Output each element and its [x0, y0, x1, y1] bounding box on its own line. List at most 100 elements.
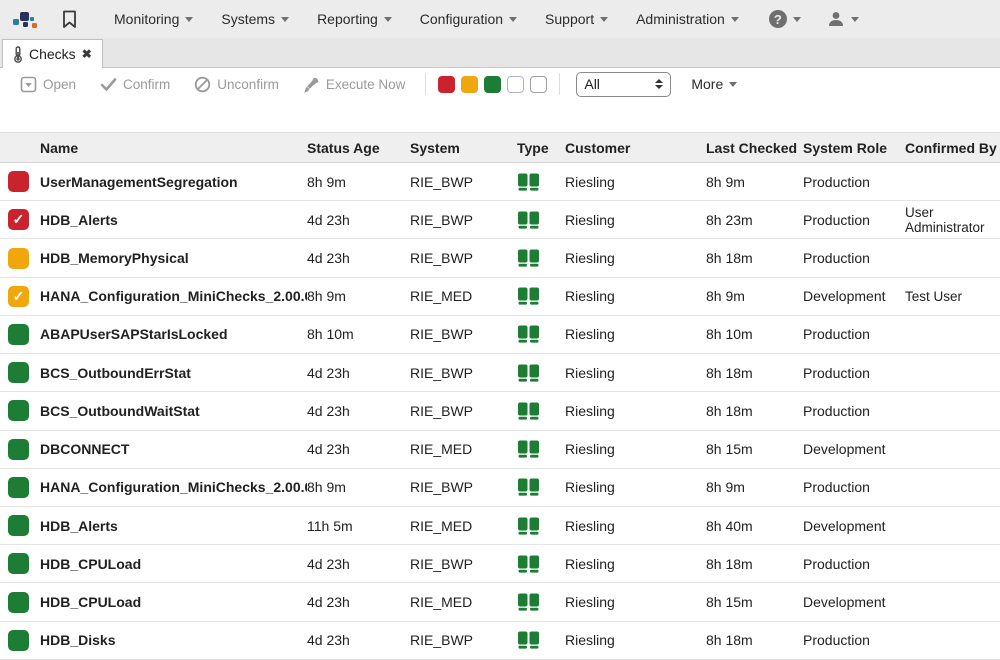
help-menu[interactable]: ? — [759, 0, 811, 38]
chevron-down-icon — [509, 17, 517, 22]
header-name[interactable]: Name — [40, 140, 307, 156]
table-row[interactable]: DBCONNECT 4d 23h RIE_MED Riesling 8h 15m… — [0, 431, 1000, 469]
menu-configuration[interactable]: Configuration — [406, 0, 531, 38]
last-checked: 8h 9m — [706, 288, 803, 304]
ok-filter[interactable] — [484, 76, 501, 93]
table-row[interactable]: BCS_OutboundWaitStat 4d 23h RIE_BWP Ries… — [0, 392, 1000, 430]
status-icon — [8, 592, 29, 613]
status-cell — [0, 553, 40, 574]
status-filter-select[interactable]: All — [576, 72, 671, 97]
system-role: Production — [803, 365, 905, 381]
menu-label: Systems — [221, 11, 275, 27]
table-row[interactable]: HDB_MemoryPhysical 4d 23h RIE_BWP Riesli… — [0, 239, 1000, 277]
disabled-filter[interactable] — [530, 76, 547, 93]
type-cell — [517, 440, 565, 458]
system: RIE_MED — [410, 518, 517, 534]
chevron-down-icon — [729, 82, 737, 87]
open-button[interactable]: Open — [8, 76, 88, 93]
customer: Riesling — [565, 365, 706, 381]
user-menu[interactable] — [817, 0, 869, 38]
table-row[interactable]: ABAPUserSAPStarIsLocked 8h 10m RIE_BWP R… — [0, 316, 1000, 354]
status-icon: ✓ — [8, 209, 29, 230]
chevron-down-icon — [281, 17, 289, 22]
system: RIE_BWP — [410, 174, 517, 190]
last-checked: 8h 18m — [706, 556, 803, 572]
table-row[interactable]: BCS_OutboundErrStat 4d 23h RIE_BWP Riesl… — [0, 354, 1000, 392]
menu-administration[interactable]: Administration — [622, 0, 753, 38]
customer: Riesling — [565, 326, 706, 342]
more-button[interactable]: More — [691, 76, 737, 92]
status-icon — [8, 439, 29, 460]
select-arrows-icon — [655, 79, 663, 89]
close-icon[interactable]: ✖ — [82, 47, 92, 61]
toolbar-divider — [559, 73, 560, 95]
customer: Riesling — [565, 174, 706, 190]
table-row[interactable]: HDB_Disks 4d 23h RIE_BWP Riesling 8h 18m… — [0, 622, 1000, 660]
last-checked: 8h 18m — [706, 403, 803, 419]
header-confirmed-by[interactable]: Confirmed By — [905, 140, 1000, 156]
type-cell — [517, 555, 565, 573]
last-checked: 8h 40m — [706, 518, 803, 534]
header-type[interactable]: Type — [517, 140, 565, 156]
unconfirm-button[interactable]: Unconfirm — [182, 76, 291, 93]
app-logo-icon[interactable] — [10, 6, 40, 32]
tab-checks[interactable]: Checks ✖ — [2, 39, 103, 68]
customer: Riesling — [565, 250, 706, 266]
chevron-down-icon — [384, 17, 392, 22]
system: RIE_BWP — [410, 365, 517, 381]
menu-support[interactable]: Support — [531, 0, 622, 38]
status-icon — [8, 362, 29, 383]
last-checked: 8h 9m — [706, 479, 803, 495]
confirm-button[interactable]: Confirm — [88, 77, 182, 92]
rocket-icon — [303, 76, 320, 93]
warning-filter[interactable] — [461, 76, 478, 93]
open-icon — [20, 76, 37, 93]
check-name: BCS_OutboundErrStat — [40, 365, 307, 381]
type-cell — [517, 402, 565, 420]
table-row[interactable]: HDB_CPULoad 4d 23h RIE_MED Riesling 8h 1… — [0, 583, 1000, 621]
header-system[interactable]: System — [410, 140, 517, 156]
menu-monitoring[interactable]: Monitoring — [100, 0, 207, 38]
check-name: HDB_MemoryPhysical — [40, 250, 307, 266]
system-type-icon — [517, 211, 540, 229]
check-name: HDB_Alerts — [40, 518, 307, 534]
system: RIE_BWP — [410, 326, 517, 342]
status-age: 4d 23h — [307, 212, 410, 228]
check-name: ABAPUserSAPStarIsLocked — [40, 326, 307, 342]
system-type-icon — [517, 402, 540, 420]
header-customer[interactable]: Customer — [565, 140, 706, 156]
table-row[interactable]: ✓ HDB_Alerts 4d 23h RIE_BWP Riesling 8h … — [0, 201, 1000, 239]
status-cell — [0, 630, 40, 651]
table-row[interactable]: HANA_Configuration_MiniChecks_2.00.03 8h… — [0, 469, 1000, 507]
system-type-icon — [517, 517, 540, 535]
last-checked: 8h 15m — [706, 594, 803, 610]
chevron-down-icon — [731, 17, 739, 22]
type-cell — [517, 325, 565, 343]
execute-now-button[interactable]: Execute Now — [291, 76, 418, 93]
status-cell — [0, 171, 40, 192]
menu-reporting[interactable]: Reporting — [303, 0, 406, 38]
table-row[interactable]: HDB_CPULoad 4d 23h RIE_BWP Riesling 8h 1… — [0, 545, 1000, 583]
last-checked: 8h 18m — [706, 365, 803, 381]
system-type-icon — [517, 364, 540, 382]
status-age: 8h 9m — [307, 288, 410, 304]
last-checked: 8h 23m — [706, 212, 803, 228]
menu-systems[interactable]: Systems — [207, 0, 303, 38]
critical-filter[interactable] — [438, 76, 455, 93]
bookmark-icon[interactable] — [54, 10, 84, 29]
menu-label: Administration — [636, 11, 725, 27]
unknown-filter[interactable] — [507, 76, 524, 93]
header-status-age[interactable]: Status Age — [307, 140, 410, 156]
status-icon — [8, 477, 29, 498]
header-system-role[interactable]: System Role — [803, 140, 905, 156]
table-row[interactable]: ✓ HANA_Configuration_MiniChecks_2.00.03 … — [0, 278, 1000, 316]
status-icon — [8, 553, 29, 574]
status-cell: ✓ — [0, 286, 40, 307]
header-last-checked[interactable]: Last Checked — [706, 140, 803, 156]
table-row[interactable]: UserManagementSegregation 8h 9m RIE_BWP … — [0, 163, 1000, 201]
table-row[interactable]: HDB_Alerts 11h 5m RIE_MED Riesling 8h 40… — [0, 507, 1000, 545]
check-name: HDB_CPULoad — [40, 594, 307, 610]
menu-label: Support — [545, 11, 594, 27]
check-name: HANA_Configuration_MiniChecks_2.00.03 — [40, 479, 307, 495]
system-type-icon — [517, 478, 540, 496]
